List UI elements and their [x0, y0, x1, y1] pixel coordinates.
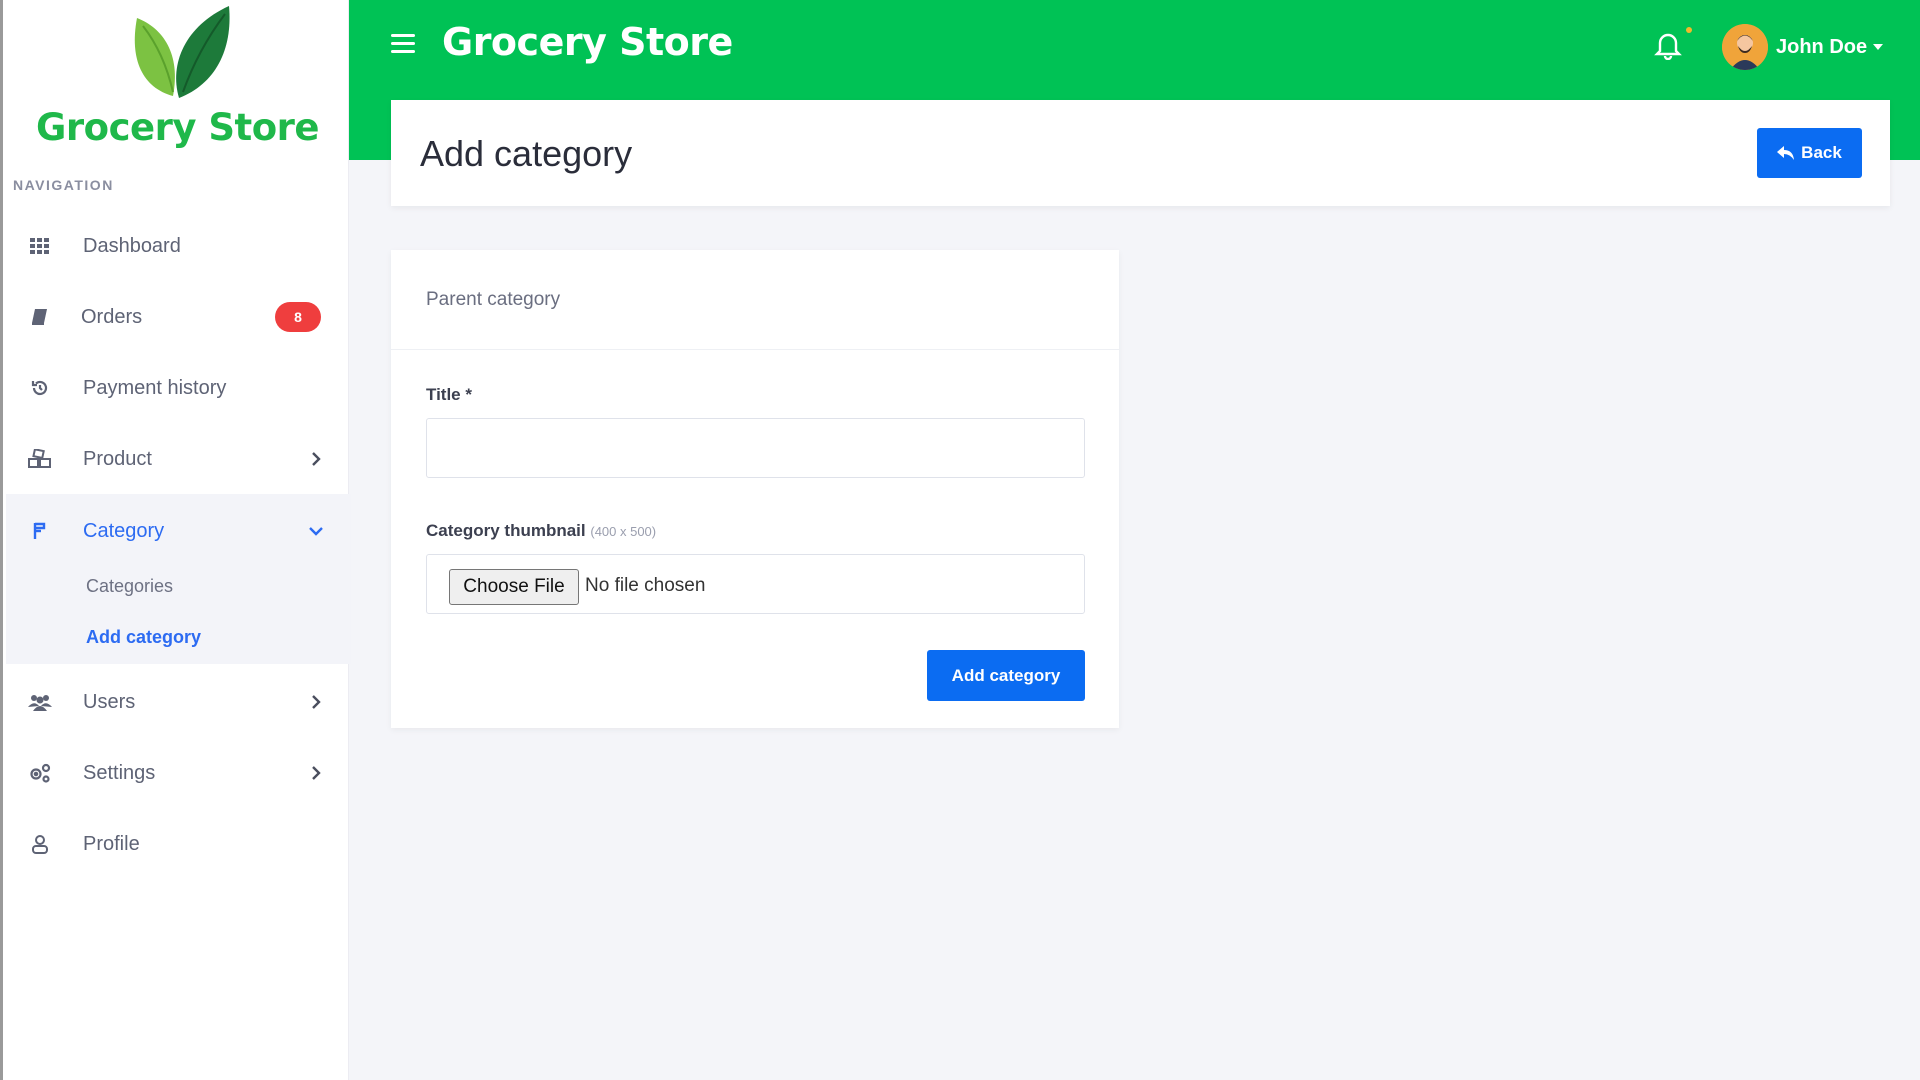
sidebar-item-orders[interactable]: Orders 8: [6, 288, 351, 346]
sidebar-item-category[interactable]: Category: [6, 502, 351, 560]
page-title: Add category: [420, 133, 633, 174]
user-icon: [28, 832, 52, 856]
title-label: Title *: [426, 385, 472, 404]
thumbnail-label-text: Category thumbnail: [426, 521, 586, 540]
add-category-form: Parent category Title * Category thumbna…: [391, 250, 1119, 728]
sidebar-item-users[interactable]: Users: [6, 673, 351, 731]
users-icon: [28, 690, 52, 714]
leaf-logo-icon: [134, 6, 230, 98]
title-input[interactable]: [426, 418, 1085, 478]
sidebar-item-dashboard[interactable]: Dashboard: [6, 217, 351, 275]
brand[interactable]: Grocery Store: [3, 0, 352, 160]
sidebar-item-label: Dashboard: [83, 234, 181, 257]
notification-dot: [1686, 27, 1692, 33]
chevron-right-icon: [312, 766, 321, 780]
sidebar-item-label: Payment history: [83, 376, 227, 399]
choose-file-button[interactable]: Choose File: [449, 569, 579, 605]
bell-icon[interactable]: [1654, 30, 1682, 60]
sidebar-item-label: Users: [83, 690, 136, 713]
page-header: Add category Back: [391, 100, 1890, 206]
file-status: No file chosen: [585, 575, 706, 596]
thumbnail-size-hint: (400 x 500): [590, 524, 657, 539]
thumbnail-file-input: Choose File No file chosen: [426, 554, 1085, 614]
sidebar-item-profile[interactable]: Profile: [6, 815, 351, 873]
sidebar: Grocery Store NAVIGATION Dashboard Order…: [0, 0, 352, 1080]
grid-icon: [28, 234, 52, 258]
nav-heading: NAVIGATION: [13, 177, 114, 193]
reply-arrow-icon: [1777, 146, 1795, 160]
user-menu[interactable]: John Doe: [1722, 24, 1884, 70]
chevron-right-icon: [312, 695, 321, 709]
menu-toggle-icon[interactable]: [391, 34, 417, 56]
sidebar-item-label: Product: [83, 447, 152, 470]
category-icon: [28, 519, 52, 543]
form-card-header: Parent category: [391, 250, 1119, 350]
app-title: Grocery Store: [442, 20, 733, 64]
sidebar-item-product[interactable]: Product: [6, 430, 351, 488]
chevron-right-icon: [312, 452, 321, 466]
orders-count-badge: 8: [275, 302, 321, 332]
sidebar-subitem-categories[interactable]: Categories: [86, 576, 173, 597]
thumbnail-label: Category thumbnail (400 x 500): [426, 521, 656, 541]
user-name: John Doe: [1776, 35, 1868, 58]
category-group: Category Categories Add category: [6, 494, 351, 664]
cogs-icon: [28, 761, 52, 785]
sidebar-subitem-add-category[interactable]: Add category: [86, 627, 201, 648]
back-button[interactable]: Back: [1757, 128, 1862, 178]
back-button-label: Back: [1801, 143, 1842, 162]
history-icon: [28, 376, 52, 400]
book-icon: [28, 305, 52, 329]
add-category-button[interactable]: Add category: [927, 650, 1085, 701]
sidebar-item-settings[interactable]: Settings: [6, 744, 351, 802]
brand-name: Grocery Store: [36, 106, 319, 149]
sidebar-item-label: Profile: [83, 832, 140, 855]
sidebar-item-label: Category: [83, 519, 165, 542]
form-card-title: Parent category: [426, 289, 561, 310]
sidebar-item-label: Orders: [81, 305, 143, 328]
sidebar-item-label: Settings: [83, 761, 156, 784]
sidebar-item-payment-history[interactable]: Payment history: [6, 359, 351, 417]
chevron-down-icon: [309, 527, 323, 536]
boxes-icon: [28, 447, 52, 471]
caret-down-icon: [1873, 44, 1884, 50]
avatar: [1722, 24, 1768, 70]
